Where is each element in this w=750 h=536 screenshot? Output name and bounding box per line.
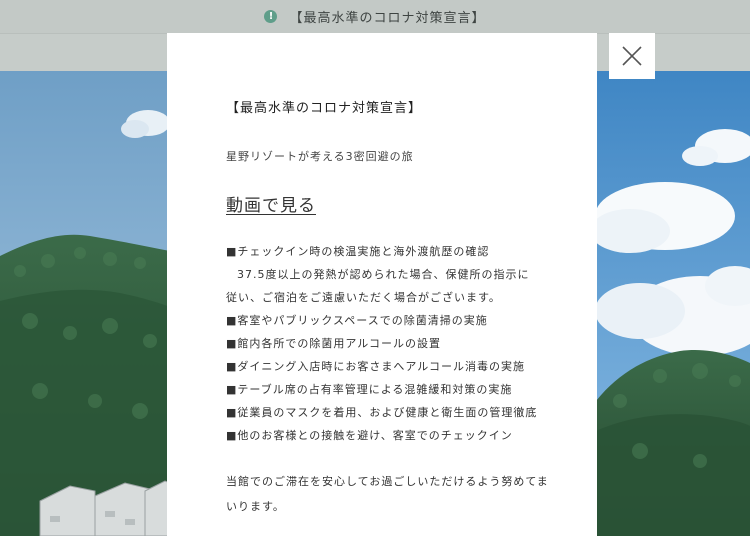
measure-item: ■ダイニング入店時にお客さまへアルコール消毒の実施 [226,360,526,373]
modal-title: 【最高水準のコロナ対策宣言】 [226,101,423,116]
measure-item: ■従業員のマスクを着用、および健康と衛生面の管理徹底 [226,406,538,419]
measure-item: ■チェックイン時の検温実施と海外渡航歴の確認 [226,245,490,258]
measure-item: ■テーブル席の占有率管理による混雑緩和対策の実施 [226,383,513,396]
corona-measures-modal: 【最高水準のコロナ対策宣言】 星野リゾートが考える3密回避の旅 動画で見る ■チ… [167,33,597,536]
page: ! 【最高水準のコロナ対策宣言】 【最高水準のコロナ対策宣言】 星野リゾートが考… [0,0,750,536]
closing-line: いります。 [226,500,285,513]
measure-item: 37.5度以上の発熱が認められた場合、保健所の指示に [237,268,530,281]
alert-icon: ! [264,10,278,23]
notice-bar[interactable]: ! 【最高水準のコロナ対策宣言】 [0,0,750,33]
measure-item: 従い、ご宿泊をご遠慮いただく場合がございます。 [226,291,501,304]
measure-item: ■館内各所での除菌用アルコールの設置 [226,337,442,350]
notice-text[interactable]: 【最高水準のコロナ対策宣言】 [289,7,485,26]
close-button[interactable] [609,33,655,79]
modal-subtitle: 星野リゾートが考える3密回避の旅 [226,150,414,163]
measure-item: ■客室やパブリックスペースでの除菌清掃の実施 [226,314,488,327]
close-icon [622,46,642,66]
measure-item: ■他のお客様との接触を避け、客室でのチェックイン [226,429,513,442]
watch-video-link[interactable]: 動画で見る [226,191,316,216]
measures-list: ■チェックイン時の検温実施と海外渡航歴の確認 37.5度以上の発熱が認められた場… [226,240,556,447]
closing-line: 当館でのご滞在を安心してお過ごしいただけるよう努めてま [226,475,549,488]
closing-message: 当館でのご滞在を安心してお過ごしいただけるよう努めてま いります。 [226,469,556,519]
